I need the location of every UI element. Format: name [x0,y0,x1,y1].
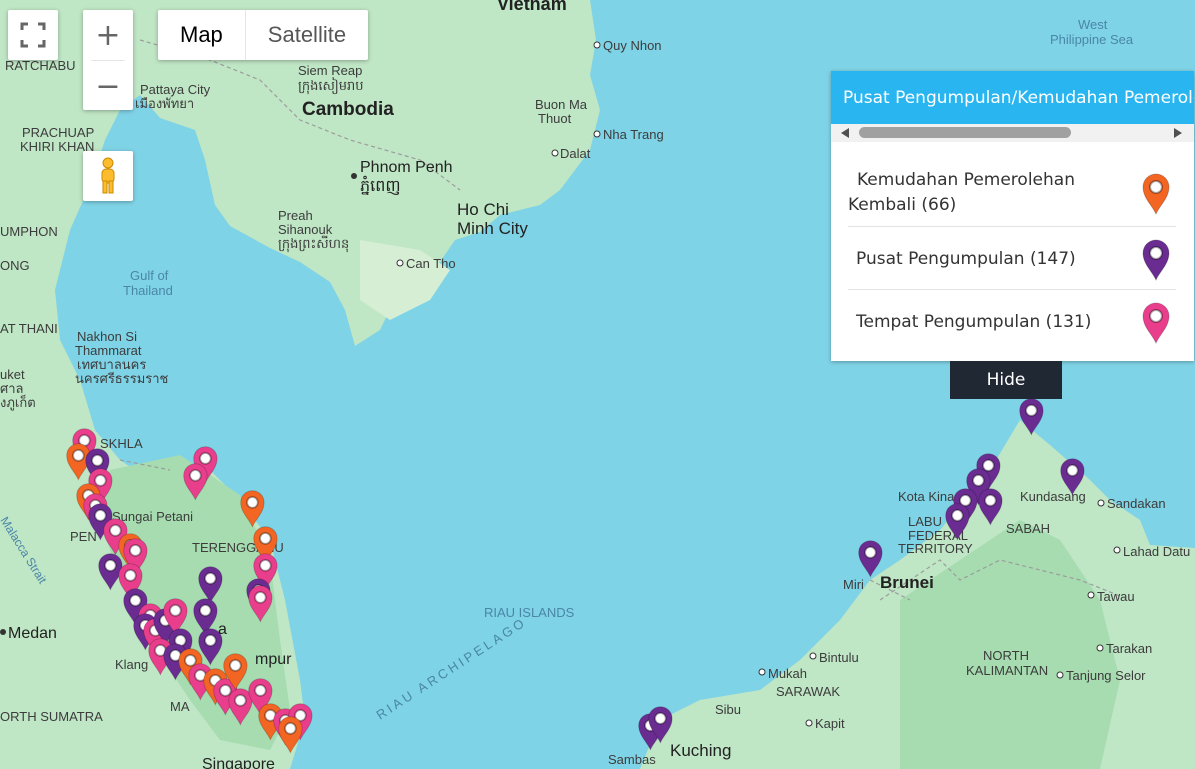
plus-icon: + [95,17,121,53]
label-sibu: Sibu [715,702,741,717]
label-surat-thani: AT THANI [0,321,58,336]
label-pattaya: Pattaya City [140,82,211,97]
label-nha-trang: Nha Trang [603,127,664,142]
minus-icon: − [95,68,121,104]
legend-horizontal-scrollbar[interactable] [831,124,1194,142]
label-kota-kinabalu: Kota Kina [898,489,955,504]
label-singapore: Singapore [202,756,275,769]
label-prachuap: PRACHUAP [22,125,94,140]
label-ranong: ONG [0,258,30,273]
label-thailand-gulf: Thailand [123,283,173,298]
label-phuket-th2: งภูเก็ต [0,393,36,411]
hide-legend-button[interactable]: Hide [950,361,1062,399]
scroll-left-arrow-icon[interactable] [841,128,849,138]
label-vietnam: Vietnam [497,0,567,14]
legend-item-pusat[interactable]: Pusat Pengumpulan (147) [848,227,1176,290]
fullscreen-icon [20,22,46,48]
label-phnom-penh-kh: ភ្នំពេញ [360,175,401,195]
street-view-pegman-button[interactable] [83,151,133,201]
label-preah: Preah [278,208,313,223]
label-brunei: Brunei [880,573,934,592]
label-tarakan: Tarakan [1106,641,1152,656]
orange-pin-icon [1142,173,1170,215]
legend-list: Kemudahan Pemerolehan Kembali (66) Pusat… [831,158,1194,352]
label-penang: PEN [70,529,97,544]
label-kapit: Kapit [815,716,845,731]
label-territory: TERRITORY [898,541,973,556]
label-thammarat: Thammarat [75,343,142,358]
label-dalat: Dalat [560,146,591,161]
map-type-map-button[interactable]: Map [158,10,245,60]
pink-pin-icon [1142,302,1170,344]
label-kalimantan: KALIMANTAN [966,663,1048,678]
label-minh-city: Minh City [457,219,528,238]
label-nakhon-si: Nakhon Si [77,329,137,344]
label-north: NORTH [983,648,1029,663]
label-songkhla: SKHLA [100,436,143,451]
label-nakhon-th1: เทศบาลนคร [77,357,146,372]
label-medan: Medan [8,625,57,642]
label-chumphon: UMPHON [0,224,58,239]
fullscreen-button[interactable] [8,10,58,60]
label-sungai-petani: Sungai Petani [112,509,193,524]
map-type-control: Map Satellite [158,10,369,60]
scroll-right-arrow-icon[interactable] [1174,128,1182,138]
legend-item-label: Kemudahan Pemerolehan Kembali (66) [848,170,1075,215]
legend-panel: Pusat Pengumpulan/Kemudahan Pemerolehan … [831,71,1194,361]
label-mukah: Mukah [768,666,807,681]
label-can-tho: Can Tho [406,256,456,271]
label-gulf: Gulf of [130,268,169,283]
zoom-control: + − [83,10,133,110]
label-siem-reap-kh: ក្រុងសៀមរាប [298,77,364,95]
label-nakhon-th2: นครศรีธรรมราช [75,371,169,386]
legend-title: Pusat Pengumpulan/Kemudahan Pemerolehan … [831,71,1194,124]
legend-item-label: Tempat Pengumpulan (131) [856,311,1092,332]
label-kundasang: Kundasang [1020,489,1086,504]
label-buon-ma: Buon Ma [535,97,588,112]
label-ratchaburi: RATCHABU [5,58,76,73]
scrollbar-thumb[interactable] [859,127,1071,138]
label-north-sumatra: ORTH SUMATRA [0,709,103,724]
legend-item-kemudahan[interactable]: Kemudahan Pemerolehan Kembali (66) [848,158,1176,227]
label-bintulu: Bintulu [819,650,859,665]
label-miri: Miri [843,577,864,592]
label-kuching: Kuching [670,741,731,760]
zoom-in-button[interactable]: + [83,10,133,60]
label-sambas: Sambas [608,752,656,767]
pegman-icon [101,157,115,194]
label-malacca: MA [170,699,190,714]
label-ho-chi: Ho Chi [457,200,509,219]
label-ph-sea: Philippine Sea [1050,32,1134,47]
label-tanjung-selor: Tanjung Selor [1066,668,1146,683]
legend-item-label: Pusat Pengumpulan (147) [856,248,1076,269]
label-sandakan: Sandakan [1107,496,1166,511]
label-siem-reap: Siem Reap [298,63,362,78]
label-pattaya-th: เมืองพัทยา [135,96,194,111]
label-lahad-datu: Lahad Datu [1123,544,1190,559]
label-phuket-th1: ศาล [0,381,24,396]
label-riau-islands: RIAU ISLANDS [484,605,575,620]
label-phnom-penh: Phnom Penh [360,159,453,176]
label-thuot: Thuot [538,111,572,126]
label-labuan: LABU [908,514,942,529]
label-tawau: Tawau [1097,589,1135,604]
label-quy-nhon: Quy Nhon [603,38,662,53]
label-klang: Klang [115,657,148,672]
label-sarawak: SARAWAK [776,684,840,699]
purple-pin-icon [1142,239,1170,281]
label-sabah: SABAH [1006,521,1050,536]
label-west: West [1078,17,1108,32]
label-sihanouk: Sihanouk [278,222,333,237]
label-phuket: uket [0,367,25,382]
label-kuala-lumpur: mpur [255,651,292,668]
label-preah-kh: ក្រុងព្រះសីហនុ [278,235,349,253]
zoom-out-button[interactable]: − [83,61,133,111]
legend-item-tempat[interactable]: Tempat Pengumpulan (131) [848,290,1176,352]
label-cambodia: Cambodia [302,99,394,120]
map-type-satellite-button[interactable]: Satellite [244,10,368,60]
